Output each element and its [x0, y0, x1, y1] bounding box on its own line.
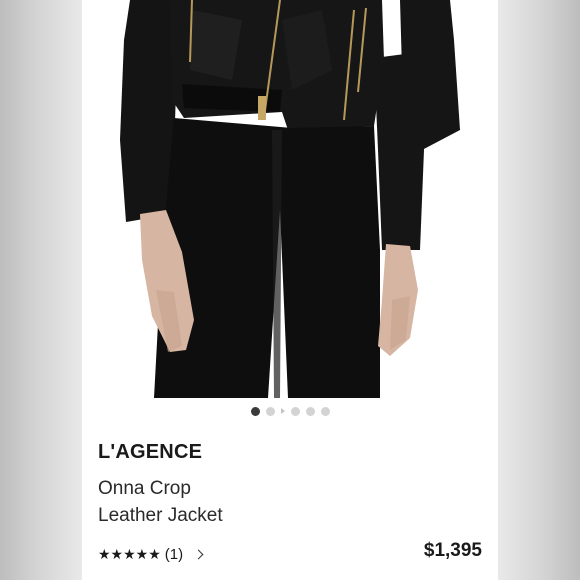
star-icon: ★★★★★	[98, 545, 161, 562]
product-name-line-2: Leather Jacket	[98, 505, 223, 526]
carousel-dot-4[interactable]	[305, 406, 315, 416]
product-image[interactable]	[82, 0, 498, 398]
carousel-dot-5[interactable]	[320, 406, 330, 416]
carousel-dot-3[interactable]	[290, 406, 300, 416]
play-icon[interactable]	[280, 408, 285, 414]
reviews-link[interactable]: ★★★★★ (1)	[98, 543, 204, 565]
carousel-dot-2[interactable]	[265, 406, 275, 416]
backdrop-right	[498, 0, 580, 580]
carousel-dot-1[interactable]	[250, 406, 260, 416]
backdrop-left	[0, 0, 82, 580]
carousel-indicator	[82, 404, 498, 418]
product-price: $1,395	[423, 540, 482, 561]
product-card: L'AGENCE Onna Crop Leather Jacket ★★★★★ …	[82, 0, 498, 580]
review-count: (1)	[164, 545, 184, 563]
brand-name[interactable]: L'AGENCE	[98, 441, 202, 464]
product-name[interactable]: Onna Crop Leather Jacket	[98, 475, 358, 529]
product-photo-illustration	[120, 0, 460, 398]
product-name-line-1: Onna Crop	[98, 478, 191, 499]
chevron-right-icon	[193, 549, 204, 559]
